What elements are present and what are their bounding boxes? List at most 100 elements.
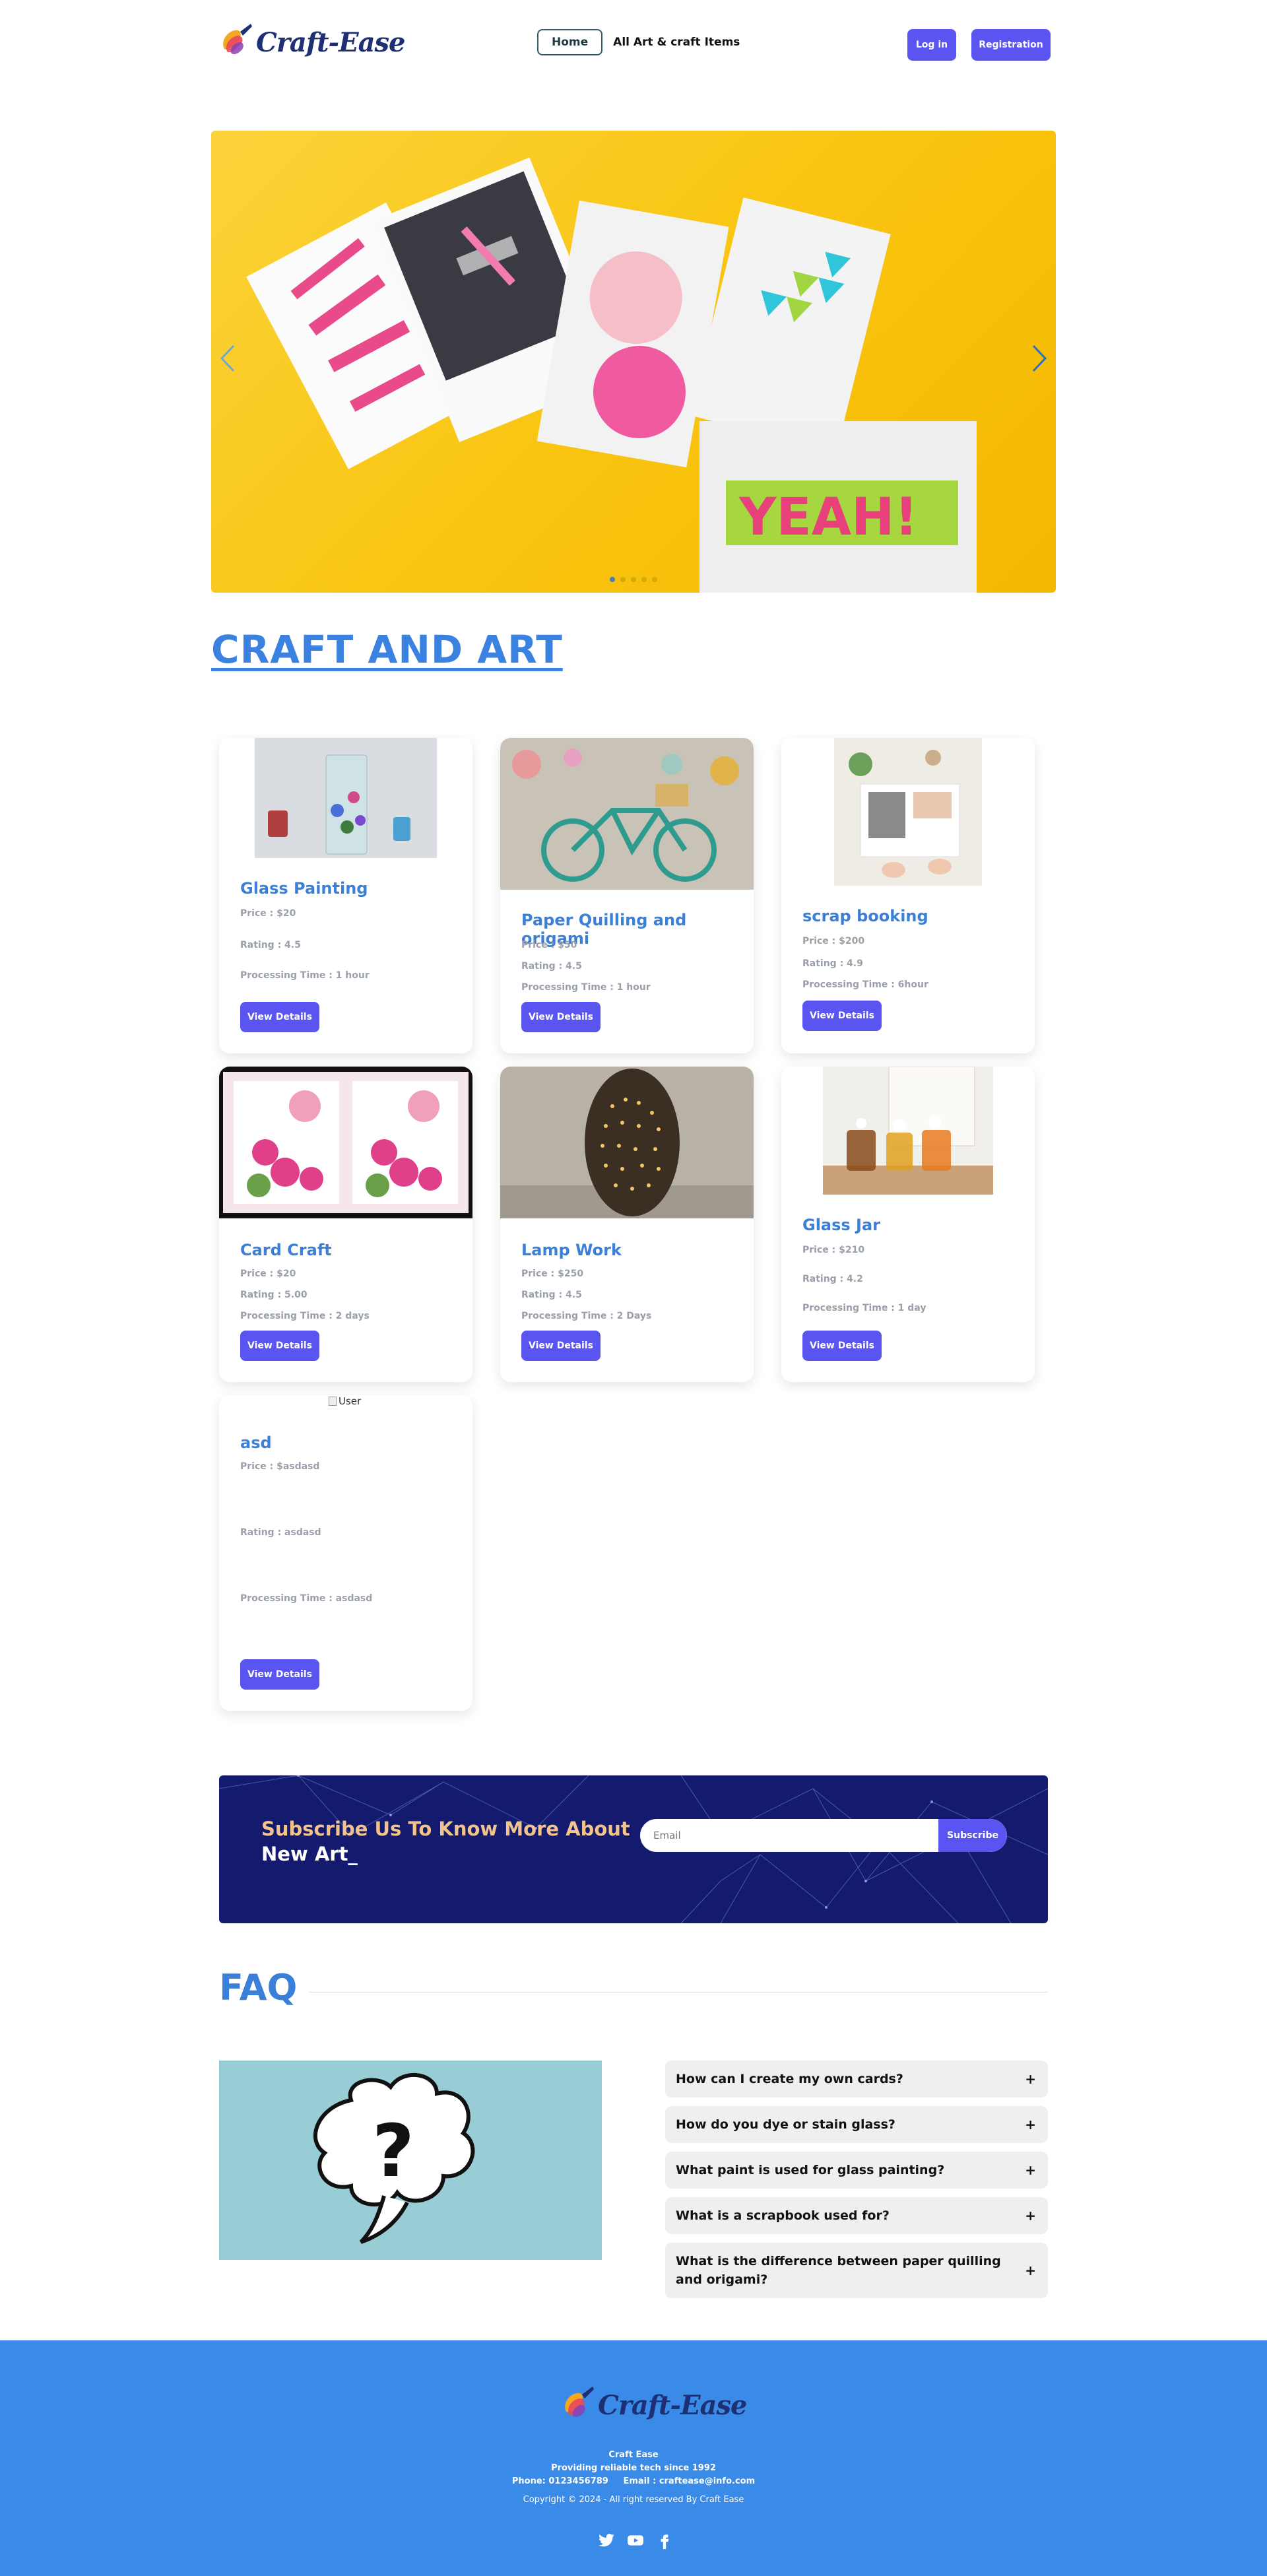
card-rating: Rating : 4.5 (521, 961, 582, 972)
nav-home-link[interactable]: Home (537, 29, 603, 55)
slider-dot[interactable] (610, 577, 615, 582)
login-button[interactable]: Log in (907, 29, 956, 61)
card-processing-time: Processing Time : 6hour (802, 979, 928, 990)
subscribe-banner: Subscribe Us To Know More About New Art_… (219, 1775, 1048, 1923)
email-input[interactable] (640, 1830, 938, 1841)
plus-icon[interactable]: + (1025, 2071, 1036, 2087)
subscribe-form: Subscribe (640, 1819, 1007, 1852)
card-rating: Rating : 4.5 (521, 1290, 582, 1300)
faq-item[interactable]: What paint is used for glass painting? + (665, 2152, 1048, 2189)
item-card: Glass Painting Price : $20 Rating : 4.5 … (219, 738, 472, 1053)
plus-icon[interactable]: + (1025, 2162, 1036, 2178)
card-processing-time: Processing Time : 1 hour (240, 970, 370, 981)
faq-item[interactable]: What is a scrapbook used for? + (665, 2197, 1048, 2234)
slider-dot[interactable] (641, 577, 647, 582)
item-card: Card Craft Price : $20 Rating : 5.00 Pro… (219, 1067, 472, 1382)
faq-divider (309, 1992, 1048, 1993)
logo[interactable]: Craft-Ease (218, 22, 405, 62)
item-card: Glass Jar Price : $210 Rating : 4.2 Proc… (781, 1067, 1035, 1382)
card-price: Price : $20 (240, 908, 296, 919)
card-rating: Rating : 4.5 (240, 940, 301, 950)
card-title: Card Craft (240, 1241, 332, 1259)
broken-image-icon (329, 1397, 337, 1406)
item-card: scrap booking Price : $200 Rating : 4.9 … (781, 738, 1035, 1053)
question-bubble-icon: ? (313, 2073, 475, 2244)
broken-image-alt: User (339, 1395, 362, 1407)
card-image (834, 738, 982, 886)
card-rating: Rating : 4.2 (802, 1274, 863, 1284)
faq-question: What is the difference between paper qui… (676, 2254, 1001, 2287)
card-price: Price : $210 (802, 1245, 865, 1255)
view-details-button[interactable]: View Details (240, 1002, 319, 1032)
slider-image: YEAH! (246, 157, 977, 593)
section-title: CRAFT AND ART (211, 627, 563, 672)
nav-all-items-link[interactable]: All Art & craft Items (613, 36, 740, 49)
item-card: Lamp Work Price : $250 Rating : 4.5 Proc… (500, 1067, 754, 1382)
card-processing-time: Processing Time : asdasd (240, 1593, 373, 1604)
card-title: scrap booking (802, 907, 928, 925)
slider-dot[interactable] (620, 577, 626, 582)
plus-icon[interactable]: + (1025, 2208, 1036, 2224)
card-image (255, 738, 437, 858)
faq-image: ? (219, 2061, 602, 2260)
card-rating: Rating : 4.9 (802, 958, 863, 969)
card-rating: Rating : 5.00 (240, 1290, 308, 1300)
card-price: Price : $asdasd (240, 1461, 320, 1472)
social-links (598, 2532, 673, 2549)
card-price: Price : $200 (802, 936, 865, 946)
footer: Craft-Ease Craft Ease Providing reliable… (0, 2340, 1267, 2576)
facebook-icon[interactable] (656, 2532, 673, 2549)
footer-logo[interactable]: Craft-Ease (560, 2385, 747, 2425)
footer-contact: Phone: 0123456789 Email : craftease@info… (511, 2476, 756, 2486)
card-image (500, 1067, 754, 1218)
view-details-button[interactable]: View Details (802, 1001, 882, 1031)
plus-icon[interactable]: + (1025, 2261, 1036, 2280)
footer-brand-name: Craft-Ease (598, 2389, 747, 2421)
brush-logo-icon (223, 24, 252, 55)
card-image (823, 1067, 993, 1195)
card-price: Price : $250 (521, 1269, 584, 1279)
footer-company: Craft Ease (608, 2450, 659, 2460)
svg-text:YEAH!: YEAH! (738, 488, 918, 547)
footer-copyright: Copyright © 2024 - All right reserved By… (523, 2495, 744, 2505)
faq-item[interactable]: What is the difference between paper qui… (665, 2243, 1048, 2298)
card-processing-time: Processing Time : 2 Days (521, 1311, 652, 1321)
registration-button[interactable]: Registration (971, 29, 1051, 61)
card-rating: Rating : asdasd (240, 1527, 321, 1538)
faq-question: What paint is used for glass painting? (676, 2163, 945, 2177)
slider-pagination (610, 577, 657, 582)
plus-icon[interactable]: + (1025, 2117, 1036, 2132)
youtube-icon[interactable] (627, 2532, 644, 2549)
view-details-button[interactable]: View Details (521, 1331, 601, 1361)
twitter-icon[interactable] (598, 2532, 615, 2549)
slider-dot[interactable] (631, 577, 636, 582)
view-details-button[interactable]: View Details (240, 1331, 319, 1361)
item-card: User asd Price : $asdasd Rating : asdasd… (219, 1395, 472, 1711)
card-image (500, 738, 754, 890)
broken-image: User (329, 1395, 361, 1407)
svg-text:?: ? (372, 2109, 414, 2193)
slider-prev-icon[interactable] (218, 342, 238, 375)
faq-question: How can I create my own cards? (676, 2072, 903, 2086)
card-price: Price : $50 (521, 940, 577, 950)
view-details-button[interactable]: View Details (240, 1659, 319, 1690)
slider-dot[interactable] (652, 577, 657, 582)
faq-item[interactable]: How can I create my own cards? + (665, 2061, 1048, 2097)
faq-question: What is a scrapbook used for? (676, 2208, 890, 2223)
item-card: Paper Quilling and origami Price : $50 R… (500, 738, 754, 1053)
card-title: Glass Painting (240, 879, 368, 898)
view-details-button[interactable]: View Details (521, 1002, 601, 1032)
navbar: Craft-Ease Home All Art & craft Items Lo… (211, 17, 1051, 70)
subscribe-subheading: New Art_ (261, 1843, 358, 1865)
card-processing-time: Processing Time : 2 days (240, 1311, 370, 1321)
card-title: asd (240, 1434, 272, 1452)
faq-item[interactable]: How do you dye or stain glass? + (665, 2106, 1048, 2143)
slider-next-icon[interactable] (1029, 342, 1049, 375)
card-processing-time: Processing Time : 1 hour (521, 982, 651, 993)
faq-question: How do you dye or stain glass? (676, 2117, 895, 2132)
brand-name: Craft-Ease (256, 26, 405, 58)
faq-title: FAQ (219, 1967, 298, 2008)
card-price: Price : $20 (240, 1269, 296, 1279)
view-details-button[interactable]: View Details (802, 1331, 882, 1361)
subscribe-button[interactable]: Subscribe (938, 1819, 1007, 1852)
